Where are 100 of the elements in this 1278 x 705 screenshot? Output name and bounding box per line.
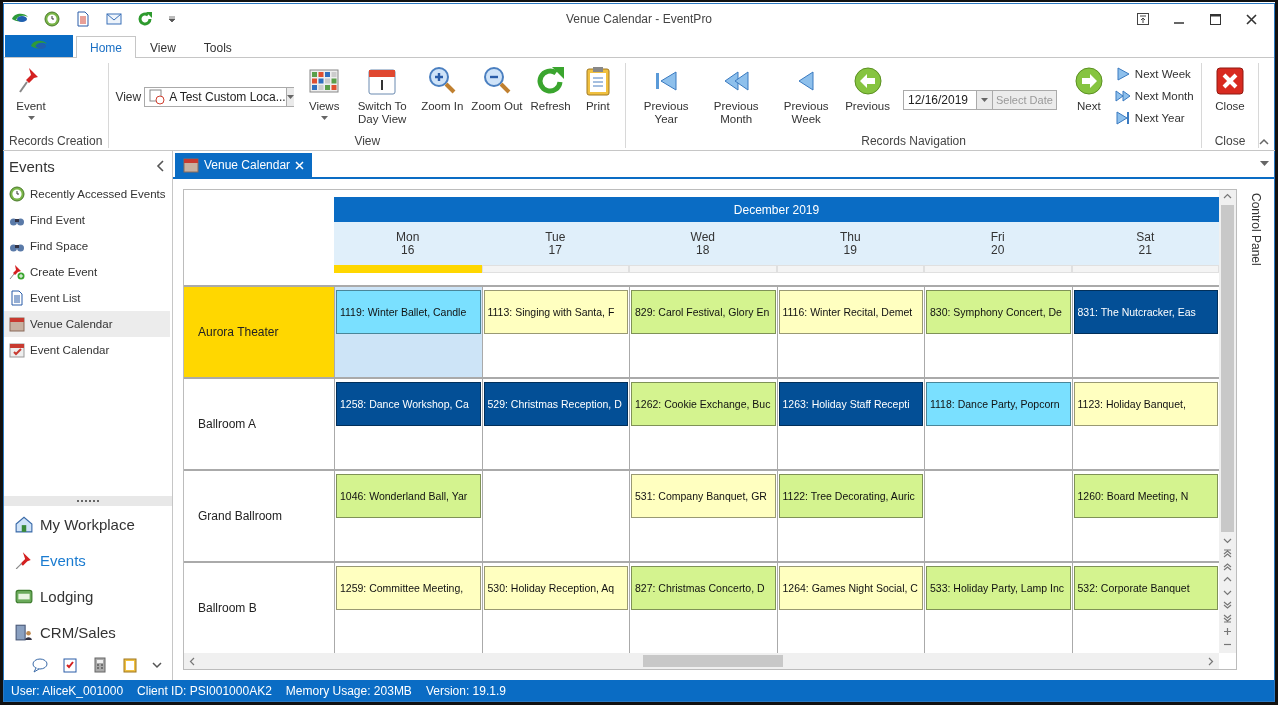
resource-header[interactable]: Aurora Theater xyxy=(184,287,334,377)
ribbon-button[interactable]: Next xyxy=(1066,63,1111,115)
event-block[interactable]: 829: Carol Festival, Glory En xyxy=(631,290,776,334)
calendar-cell[interactable]: 1263: Holiday Staff Recepti xyxy=(776,379,924,469)
collapse-ribbon-button[interactable] xyxy=(1259,138,1269,146)
ribbon-button[interactable]: Previous Week xyxy=(772,63,841,128)
envelope-icon[interactable] xyxy=(106,11,122,27)
event-block[interactable]: 1116: Winter Recital, Demet xyxy=(778,290,923,334)
calendar-cell[interactable]: 1260: Board Meeting, N xyxy=(1071,471,1219,561)
sidebar-item[interactable]: Find Space xyxy=(3,233,170,259)
ribbon-button[interactable]: Refresh xyxy=(527,63,574,115)
ribbon-button[interactable]: Zoom In xyxy=(418,63,467,115)
calendar-cell[interactable]: 829: Carol Festival, Glory En xyxy=(629,287,777,377)
document-icon[interactable] xyxy=(75,11,91,27)
event-block[interactable]: 1260: Board Meeting, N xyxy=(1073,474,1218,518)
event-block[interactable]: 830: Symphony Concert, De xyxy=(926,290,1071,334)
scroll-down-icon[interactable] xyxy=(1223,588,1232,597)
clipboard-icon[interactable] xyxy=(122,657,138,673)
sidebar-item[interactable]: Venue Calendar xyxy=(3,311,170,337)
scroll-down-icon[interactable] xyxy=(1223,536,1232,545)
calendar-cell[interactable]: 532: Corporate Banquet xyxy=(1071,563,1219,653)
close-icon[interactable] xyxy=(295,160,305,170)
event-block[interactable]: 1123: Holiday Banquet, xyxy=(1073,382,1218,426)
calendar-cell[interactable]: 1264: Games Night Social, C xyxy=(776,563,924,653)
module-item[interactable]: My Workplace xyxy=(3,506,172,542)
event-block[interactable]: 532: Corporate Banquet xyxy=(1073,566,1218,610)
calendar-cell[interactable]: 1258: Dance Workshop, Ca xyxy=(334,379,482,469)
calendar-cell[interactable]: 1122: Tree Decorating, Auric xyxy=(776,471,924,561)
calendar-cell[interactable]: 1113: Singing with Santa, F xyxy=(481,287,629,377)
clock-icon[interactable] xyxy=(44,11,60,27)
ribbon-button[interactable]: Switch To Day View xyxy=(348,63,417,128)
ribbon-button[interactable]: Close xyxy=(1208,63,1252,115)
event-block[interactable]: 530: Holiday Reception, Aq xyxy=(483,566,628,610)
ribbon-button[interactable]: Print xyxy=(575,63,620,115)
ribbon-button[interactable]: Next Year xyxy=(1112,109,1196,127)
module-item[interactable]: Events xyxy=(3,542,172,578)
event-block[interactable]: 831: The Nutcracker, Eas xyxy=(1073,290,1218,334)
calendar-cell[interactable]: 1262: Cookie Exchange, Buc xyxy=(629,379,777,469)
scrollbar-thumb[interactable] xyxy=(1221,205,1234,532)
sidebar-item[interactable]: Create Event xyxy=(3,259,170,285)
scroll-up-icon[interactable] xyxy=(1223,192,1232,201)
calendar-cell[interactable]: 1123: Holiday Banquet, xyxy=(1071,379,1219,469)
caret-icon[interactable] xyxy=(1260,161,1269,167)
scroll-left-icon[interactable] xyxy=(188,656,197,666)
refresh-icon[interactable] xyxy=(137,11,153,27)
calendar-cell[interactable]: 531: Company Banquet, GR xyxy=(629,471,777,561)
first-icon[interactable] xyxy=(1223,549,1232,558)
chevron-left-icon[interactable] xyxy=(156,160,166,172)
chevron-down-icon[interactable] xyxy=(152,660,162,670)
calendar-cell[interactable]: 529: Christmas Reception, D xyxy=(481,379,629,469)
plus-icon[interactable] xyxy=(1223,627,1232,636)
event-block[interactable]: 1118: Dance Party, Popcorn xyxy=(926,382,1071,426)
event-block[interactable]: 529: Christmas Reception, D xyxy=(483,382,628,426)
event-block[interactable]: 827: Christmas Concerto, D xyxy=(631,566,776,610)
page-down-icon[interactable] xyxy=(1223,601,1232,610)
calendar-cell[interactable]: 827: Christmas Concerto, D xyxy=(629,563,777,653)
calendar-cell[interactable]: 1259: Committee Meeting, xyxy=(334,563,482,653)
event-block[interactable]: 1258: Dance Workshop, Ca xyxy=(336,382,481,426)
calendar-cell[interactable]: 1119: Winter Ballet, Candle xyxy=(334,287,482,377)
event-block[interactable]: 1113: Singing with Santa, F xyxy=(483,290,628,334)
event-block[interactable]: 533: Holiday Party, Lamp Inc xyxy=(926,566,1071,610)
event-block[interactable]: 1259: Committee Meeting, xyxy=(336,566,481,610)
sidebar-item[interactable]: Event Calendar xyxy=(3,337,170,363)
splitter-handle[interactable] xyxy=(3,496,172,506)
calculator-icon[interactable] xyxy=(92,657,108,673)
speech-bubble-icon[interactable] xyxy=(32,657,48,673)
last-icon[interactable] xyxy=(1223,614,1232,623)
ribbon-tab[interactable]: View xyxy=(136,36,190,58)
ribbon-button[interactable]: Previous xyxy=(842,63,893,115)
ribbon-button[interactable]: Zoom Out xyxy=(468,63,526,115)
caret-icon[interactable] xyxy=(168,16,176,22)
ribbon-button[interactable]: Views xyxy=(302,63,347,122)
vertical-scrollbar[interactable] xyxy=(1219,190,1236,653)
calendar-cell[interactable]: 831: The Nutcracker, Eas xyxy=(1071,287,1219,377)
horizontal-scrollbar[interactable] xyxy=(184,653,1219,669)
sidebar-item[interactable]: Find Event xyxy=(3,207,170,233)
calendar-cell[interactable]: 1118: Dance Party, Popcorn xyxy=(924,379,1072,469)
ribbon-button[interactable]: Previous Year xyxy=(632,63,701,128)
page-up-icon[interactable] xyxy=(1223,562,1232,571)
event-block[interactable]: 531: Company Banquet, GR xyxy=(631,474,776,518)
sidebar-item[interactable]: Event List xyxy=(3,285,170,311)
event-block[interactable]: 1262: Cookie Exchange, Buc xyxy=(631,382,776,426)
module-item[interactable]: Lodging xyxy=(3,578,172,614)
ribbon-tab[interactable]: Tools xyxy=(189,36,246,58)
ribbon-button[interactable]: Event xyxy=(9,63,53,122)
calendar-cell[interactable]: 533: Holiday Party, Lamp Inc xyxy=(924,563,1072,653)
calendar-cell[interactable]: 530: Holiday Reception, Aq xyxy=(481,563,629,653)
control-panel-tab[interactable]: Control Panel xyxy=(1243,189,1269,670)
calendar-cell[interactable]: 830: Symphony Concert, De xyxy=(924,287,1072,377)
event-block[interactable]: 1263: Holiday Staff Recepti xyxy=(778,382,923,426)
scroll-up-icon[interactable] xyxy=(1223,575,1232,584)
event-block[interactable]: 1046: Wonderland Ball, Yar xyxy=(336,474,481,518)
scroll-right-icon[interactable] xyxy=(1206,656,1215,666)
event-block[interactable]: 1122: Tree Decorating, Auric xyxy=(778,474,923,518)
scrollbar-thumb[interactable] xyxy=(643,655,783,667)
calendar-cell[interactable]: 1046: Wonderland Ball, Yar xyxy=(334,471,482,561)
calendar-cell[interactable]: 1116: Winter Recital, Demet xyxy=(776,287,924,377)
document-tab[interactable]: Venue Calendar xyxy=(175,153,313,177)
event-block[interactable]: 1264: Games Night Social, C xyxy=(778,566,923,610)
ribbon-button[interactable]: Next Week xyxy=(1112,65,1196,83)
